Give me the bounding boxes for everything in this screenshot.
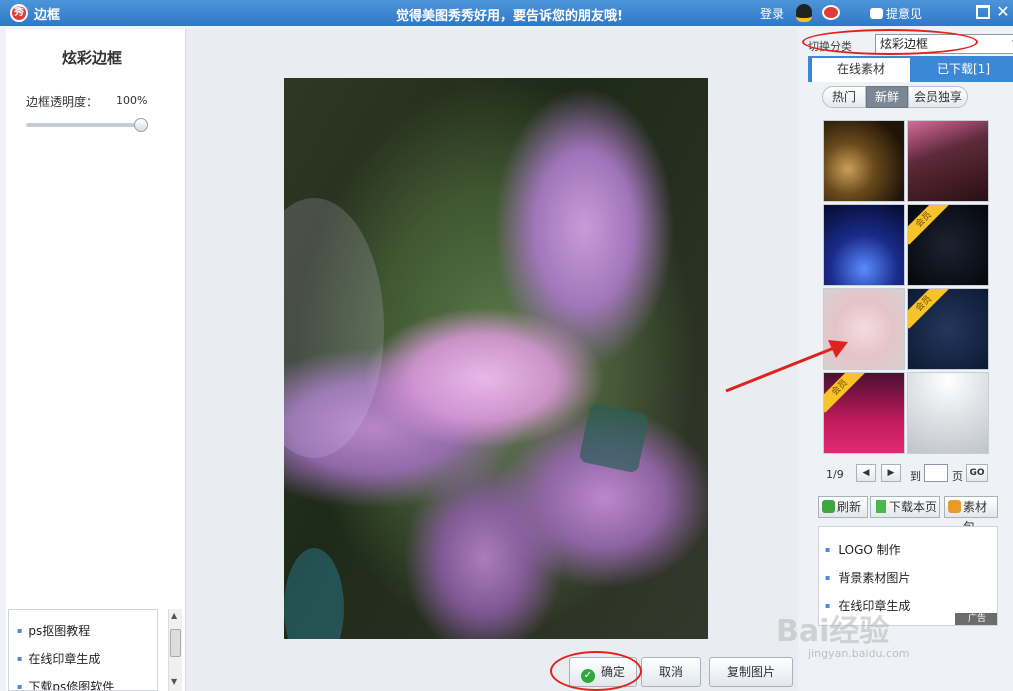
frame-thumbnail[interactable] xyxy=(907,372,989,454)
tutorial-scrollbar[interactable]: ▲ ▼ xyxy=(168,609,182,691)
scroll-down-icon[interactable]: ▼ xyxy=(171,677,177,686)
material-tabs: 在线素材 已下载[1] xyxy=(808,56,1013,82)
frame-thumbnail[interactable] xyxy=(907,120,989,202)
speech-bubble-icon xyxy=(870,8,883,19)
refresh-button[interactable]: 刷新 xyxy=(818,496,868,518)
feedback-label: 提意见 xyxy=(886,7,923,21)
goto-label: 到 xyxy=(910,470,921,483)
promo-link[interactable]: LOGO 制作 xyxy=(825,541,997,569)
next-page-button[interactable]: ▶ xyxy=(881,464,901,482)
window-title: 边框 xyxy=(34,8,61,23)
bottom-buttons: ✓ 确定 取消 复制图片 xyxy=(186,651,798,691)
go-button[interactable]: GO xyxy=(966,464,988,482)
tab-online-materials[interactable]: 在线素材 xyxy=(812,58,910,82)
opacity-label: 边框透明度： xyxy=(26,95,99,109)
refresh-label: 刷新 xyxy=(837,500,862,514)
pager: 1/9 ◀ ▶ 到 页 GO xyxy=(826,464,1006,484)
filter-vip[interactable]: 会员独享 xyxy=(908,86,968,108)
frame-thumbnail[interactable] xyxy=(823,204,905,286)
tutorial-link[interactable]: 在线印章生成 xyxy=(17,650,157,678)
refresh-icon xyxy=(822,500,835,513)
meitu-logo-icon: 秀 xyxy=(10,4,28,22)
filter-hot[interactable]: 热门 xyxy=(822,86,866,108)
tutorial-links: ps抠图教程 在线印章生成 下载ps修图软件 xyxy=(8,609,158,691)
copy-image-button[interactable]: 复制图片 xyxy=(709,657,793,687)
page-unit-label: 页 xyxy=(952,470,963,483)
prev-page-button[interactable]: ◀ xyxy=(856,464,876,482)
close-button[interactable]: ✕ xyxy=(996,4,1010,20)
weibo-icon[interactable] xyxy=(822,5,840,20)
opacity-slider-thumb[interactable] xyxy=(134,118,148,132)
baidu-watermark-url: jingyan.baidu.com xyxy=(808,647,910,660)
annotation-circle xyxy=(802,29,978,55)
opacity-value: 100% xyxy=(116,94,148,107)
annotation-arrow-icon xyxy=(725,340,848,393)
promo-link[interactable]: 背景素材图片 xyxy=(825,569,997,597)
tutorial-link[interactable]: 下载ps修图软件 xyxy=(17,678,157,690)
filter-new[interactable]: 新鲜 xyxy=(866,86,908,108)
maximize-button[interactable] xyxy=(976,5,990,19)
frame-thumbnail[interactable]: 会员 xyxy=(907,288,989,370)
baidu-watermark: Bai经验 xyxy=(776,614,890,649)
download-page-label: 下载本页 xyxy=(889,500,938,514)
material-pack-button[interactable]: 素材包 xyxy=(944,496,998,534)
title-bar: 秀 边框 觉得美图秀秀好用，要告诉您的朋友哦! 登录 提意见 ✕ xyxy=(0,0,1013,26)
color-overlay xyxy=(284,78,708,639)
scrollbar-thumb[interactable] xyxy=(170,629,181,657)
scroll-up-icon[interactable]: ▲ xyxy=(171,611,177,620)
frame-thumbnail[interactable] xyxy=(823,120,905,202)
qq-icon[interactable] xyxy=(796,4,812,22)
category-row: 切换分类 炫彩边框 ▼ xyxy=(802,29,1013,55)
ad-tag[interactable]: 广告 xyxy=(955,613,997,625)
left-panel: 炫彩边框 边框透明度： 100% ps抠图教程 在线印章生成 下载ps修图软件 … xyxy=(6,29,186,691)
tutorial-link[interactable]: ps抠图教程 xyxy=(17,622,157,650)
feedback-link[interactable]: 提意见 xyxy=(870,5,922,22)
photo-preview xyxy=(284,78,708,639)
opacity-slider-track[interactable] xyxy=(26,123,142,127)
vip-badge: 会员 xyxy=(908,289,949,329)
cancel-button[interactable]: 取消 xyxy=(641,657,701,687)
frame-thumbnail-grid: 会员 会员 会员 xyxy=(823,120,991,456)
package-icon xyxy=(948,500,961,513)
slogan-text: 觉得美图秀秀好用，要告诉您的朋友哦! xyxy=(396,9,623,24)
canvas-area: ✓ 确定 取消 复制图片 xyxy=(186,29,798,691)
frame-thumbnail[interactable]: 会员 xyxy=(907,204,989,286)
download-page-button[interactable]: 下载本页 xyxy=(870,496,940,518)
page-info: 1/9 xyxy=(826,468,844,481)
page-number-input[interactable] xyxy=(924,464,948,482)
login-link[interactable]: 登录 xyxy=(760,5,784,22)
panel-title: 炫彩边框 xyxy=(61,49,122,67)
vip-badge: 会员 xyxy=(908,205,949,245)
download-arrow-icon xyxy=(876,500,886,513)
annotation-circle xyxy=(550,651,642,691)
tab-downloaded[interactable]: 已下载[1] xyxy=(914,58,1013,82)
